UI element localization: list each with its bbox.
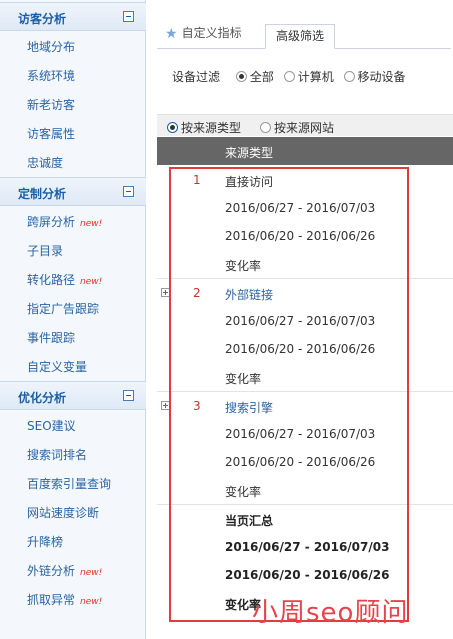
sidebar-item-rise-fall[interactable]: 升降榜 <box>27 533 63 550</box>
sidebar-item-label: 转化路径 <box>27 273 76 287</box>
new-badge: new! <box>80 597 103 607</box>
sidebar-item-subdirectory[interactable]: 子目录 <box>27 242 63 259</box>
section-title: 访客分析 <box>18 12 67 26</box>
main-panel: ★ 自定义指标 高级筛选 设备过滤 全部 计算机 移动设备 按来源类型 按来源网站… <box>147 0 453 639</box>
radio-checked-icon[interactable] <box>235 71 247 82</box>
option-label: 按来源网站 <box>274 121 335 135</box>
option-label: 移动设备 <box>357 70 406 84</box>
collapse-icon[interactable] <box>123 390 134 401</box>
sidebar-item-speed-diagnosis[interactable]: 网站速度诊断 <box>27 504 99 521</box>
sidebar-item-custom-variable[interactable]: 自定义变量 <box>27 358 87 375</box>
sidebar-item-label: 地域分布 <box>27 40 76 54</box>
sidebar-item-label: 事件跟踪 <box>27 331 76 345</box>
sidebar-item-label: 搜索词排名 <box>27 448 88 462</box>
sidebar-item-visitor-attrs[interactable]: 访客属性 <box>27 125 75 142</box>
device-filter-label: 设备过滤 <box>172 70 221 84</box>
sidebar-item-new-returning[interactable]: 新老访客 <box>27 96 75 113</box>
collapse-icon[interactable] <box>123 186 134 197</box>
sidebar-item-keyword-rank[interactable]: 搜索词排名 <box>27 446 87 463</box>
tab-custom-metrics[interactable]: ★ 自定义指标 <box>165 24 242 49</box>
option-label: 计算机 <box>297 70 334 84</box>
section-header-visitor-analysis[interactable]: 访客分析 <box>0 2 146 31</box>
device-option-computer[interactable]: 计算机 <box>283 70 334 84</box>
column-header-source-type[interactable]: 来源类型 <box>225 144 273 161</box>
device-option-all[interactable]: 全部 <box>235 70 274 84</box>
sidebar-item-label: 系统环境 <box>27 69 76 83</box>
sidebar-item-label: SEO建议 <box>27 419 76 433</box>
radio-icon[interactable] <box>260 122 271 133</box>
table-header: 来源类型 <box>157 137 453 165</box>
highlight-annotation-box <box>169 167 409 622</box>
sidebar-item-event-tracking[interactable]: 事件跟踪 <box>27 329 75 346</box>
sidebar-item-crawl-errors[interactable]: 抓取异常 new! <box>27 591 102 608</box>
sidebar-item-label: 跨屏分析 <box>27 215 76 229</box>
section-header-custom-analysis[interactable]: 定制分析 <box>0 177 146 206</box>
sidebar-item-label: 指定广告跟踪 <box>27 302 100 316</box>
new-badge: new! <box>80 219 103 229</box>
sidebar-item-label: 百度索引量查询 <box>27 477 112 491</box>
sidebar-item-cross-screen[interactable]: 跨屏分析 new! <box>27 213 102 230</box>
segment-by-source-type[interactable]: 按来源类型 <box>167 119 241 136</box>
sidebar-item-index-query[interactable]: 百度索引量查询 <box>27 475 111 492</box>
tab-label: 高级筛选 <box>275 29 324 43</box>
radio-icon[interactable] <box>343 71 355 82</box>
sidebar-item-label: 忠诚度 <box>27 156 64 170</box>
sidebar-item-ad-tracking[interactable]: 指定广告跟踪 <box>27 300 99 317</box>
tab-label: 自定义指标 <box>181 26 242 40</box>
sidebar-item-label: 新老访客 <box>27 98 76 112</box>
segment-by-source-site[interactable]: 按来源网站 <box>260 119 334 136</box>
sidebar-item-system-env[interactable]: 系统环境 <box>27 67 75 84</box>
device-option-mobile[interactable]: 移动设备 <box>343 70 406 84</box>
collapse-icon[interactable] <box>123 11 134 22</box>
section-title: 优化分析 <box>18 391 67 405</box>
watermark: 小周seo顾问 <box>252 598 409 628</box>
sidebar-item-label: 抓取异常 <box>27 593 76 607</box>
segment-bar: 按来源类型 按来源网站 <box>157 114 453 136</box>
sidebar-item-label: 子目录 <box>27 244 64 258</box>
sidebar-item-region[interactable]: 地域分布 <box>27 38 75 55</box>
tab-advanced-filter[interactable]: 高级筛选 <box>265 24 335 49</box>
sidebar-item-loyalty[interactable]: 忠诚度 <box>27 154 63 171</box>
sidebar-item-label: 外链分析 <box>27 564 76 578</box>
sidebar-item-label: 访客属性 <box>27 127 76 141</box>
sidebar-item-label: 网站速度诊断 <box>27 506 100 520</box>
sidebar-item-label: 升降榜 <box>27 535 64 549</box>
sidebar-item-backlink-analysis[interactable]: 外链分析 new! <box>27 562 102 579</box>
option-label: 按来源类型 <box>181 121 242 135</box>
sidebar-item-conversion-path[interactable]: 转化路径 new! <box>27 271 102 288</box>
new-badge: new! <box>80 568 103 578</box>
option-label: 全部 <box>249 70 274 84</box>
device-filter-row: 设备过滤 全部 计算机 移动设备 <box>172 68 412 85</box>
new-badge: new! <box>80 277 103 287</box>
section-title: 定制分析 <box>18 187 67 201</box>
radio-icon[interactable] <box>283 71 295 82</box>
sidebar-item-label: 自定义变量 <box>27 360 88 374</box>
sidebar-item-seo-advice[interactable]: SEO建议 <box>27 417 76 434</box>
star-icon: ★ <box>165 26 178 42</box>
sidebar: 访客分析 地域分布 系统环境 新老访客 访客属性 忠诚度 定制分析 跨屏分析 ne… <box>0 0 146 639</box>
radio-checked-icon[interactable] <box>167 122 178 133</box>
section-header-optimization[interactable]: 优化分析 <box>0 381 146 410</box>
